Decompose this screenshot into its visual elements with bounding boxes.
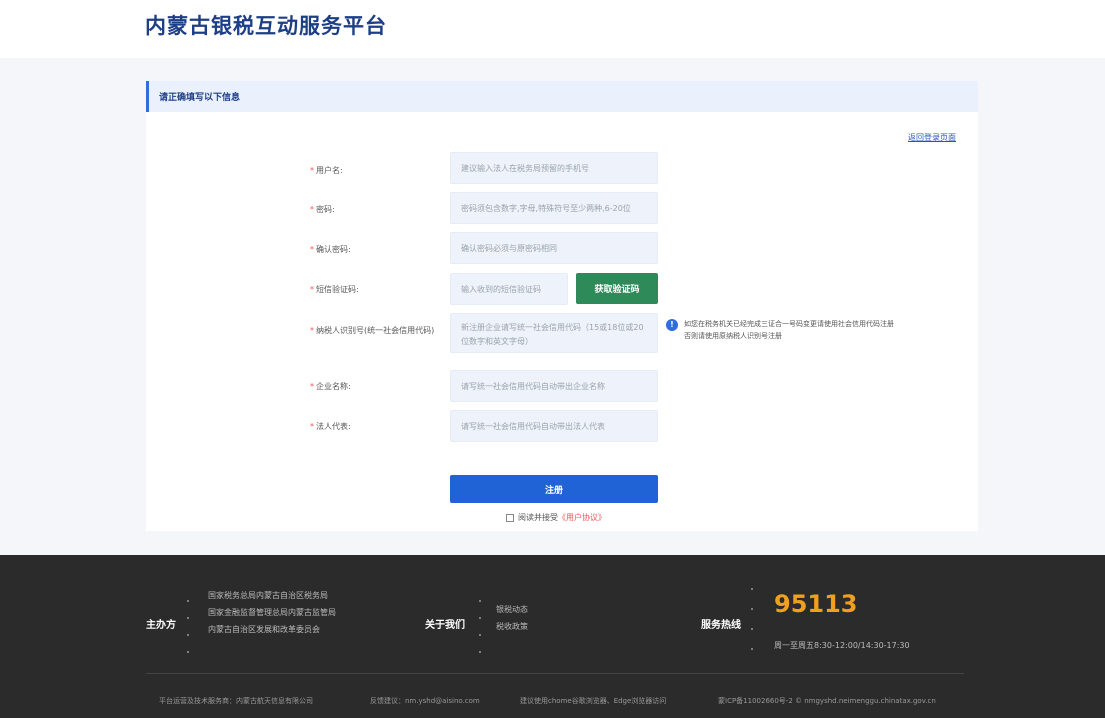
confirm-password-label: * 确认密码: bbox=[310, 245, 351, 254]
hotline-number: 95113 bbox=[774, 590, 858, 618]
footer-host-item[interactable]: 国家税务总局内蒙古自治区税务局 bbox=[208, 587, 336, 604]
company-name-label: * 企业名称: bbox=[310, 382, 351, 391]
footer-host-item[interactable]: 国家金融监督管理总局内蒙古监管局 bbox=[208, 604, 336, 621]
password-label: * 密码: bbox=[310, 205, 335, 214]
legal-representative-label: * 法人代表: bbox=[310, 422, 351, 431]
legal-representative-input[interactable] bbox=[450, 410, 658, 442]
info-icon: ! bbox=[666, 319, 678, 331]
taxpayer-id-info-note: ! 如您在税务机关已经完成三证合一号码变更请使用社会信用代码注册否则请使用原纳税… bbox=[666, 318, 896, 342]
password-input[interactable] bbox=[450, 192, 658, 224]
taxpayer-id-input[interactable] bbox=[450, 313, 658, 353]
form-section-title: 请正确填写以下信息 bbox=[159, 93, 241, 103]
footer: 主办方 国家税务总局内蒙古自治区税务局 国家金融监督管理总局内蒙古监管局 内蒙古… bbox=[0, 555, 1105, 718]
sms-code-label: * 短信验证码: bbox=[310, 285, 359, 294]
footer-hotline-title: 服务热线 bbox=[701, 620, 741, 631]
form-section-header: 请正确填写以下信息 bbox=[146, 81, 978, 112]
taxpayer-id-label: * 纳税人识别号(统一社会信用代码) bbox=[310, 326, 435, 335]
agreement-text: 阅读并接受 bbox=[518, 513, 558, 522]
register-button[interactable]: 注册 bbox=[450, 475, 658, 503]
footer-divider bbox=[146, 673, 964, 674]
footer-about-title: 关于我们 bbox=[425, 620, 465, 631]
company-name-input[interactable] bbox=[450, 370, 658, 402]
footer-browser-tip: 建议使用chome谷歌浏览器、Edge浏览器访问 bbox=[520, 697, 667, 705]
back-to-login-link[interactable]: 返回登录页面 bbox=[908, 132, 956, 143]
footer-host-list: 国家税务总局内蒙古自治区税务局 国家金融监督管理总局内蒙古监管局 内蒙古自治区发… bbox=[208, 587, 336, 638]
footer-icp: 蒙ICP备11002660号-2 © nmgyshd.neimenggu.chi… bbox=[718, 697, 936, 705]
footer-host-item[interactable]: 内蒙古自治区发展和改革委员会 bbox=[208, 621, 336, 638]
user-agreement-link[interactable]: 《用户协议》 bbox=[558, 513, 606, 522]
get-sms-code-button[interactable]: 获取验证码 bbox=[576, 273, 658, 304]
agreement-row: 阅读并接受《用户协议》 bbox=[506, 512, 606, 523]
sms-code-input[interactable] bbox=[450, 273, 568, 305]
footer-feedback: 反馈建议：nm.yshd@aisino.com bbox=[370, 697, 480, 705]
top-header: 内蒙古银税互动服务平台 bbox=[0, 0, 1105, 58]
agreement-checkbox[interactable] bbox=[506, 513, 514, 522]
username-input[interactable] bbox=[450, 152, 658, 184]
hotline-hours: 周一至周五8:30-12:00/14:30-17:30 bbox=[774, 641, 910, 650]
footer-about-item[interactable]: 税收政策 bbox=[496, 618, 528, 635]
confirm-password-input[interactable] bbox=[450, 232, 658, 264]
site-title: 内蒙古银税互动服务平台 bbox=[145, 14, 387, 38]
info-note-text: 如您在税务机关已经完成三证合一号码变更请使用社会信用代码注册否则请使用原纳税人识… bbox=[684, 320, 894, 340]
registration-form-card: 请正确填写以下信息 返回登录页面 *用户名: *密码: *确认密码: *短信验证… bbox=[146, 81, 978, 531]
footer-about-list: 银税动态 税收政策 bbox=[496, 601, 528, 635]
footer-host-title: 主办方 bbox=[146, 620, 176, 631]
footer-about-item[interactable]: 银税动态 bbox=[496, 601, 528, 618]
footer-operator: 平台运营及技术服务商：内蒙古航天信息有限公司 bbox=[159, 697, 313, 705]
username-label: * 用户名: bbox=[310, 166, 343, 175]
